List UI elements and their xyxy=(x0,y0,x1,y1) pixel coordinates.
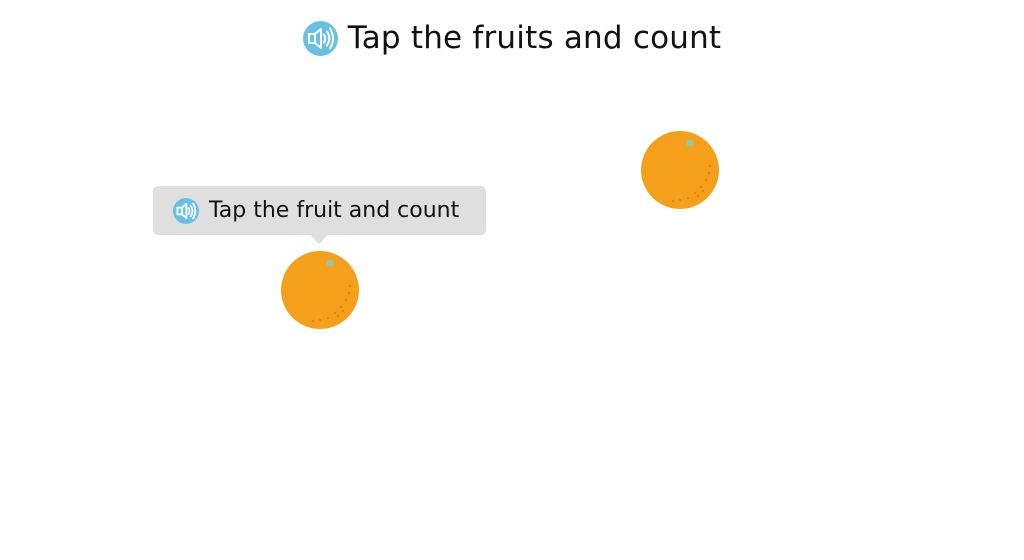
orange-icon xyxy=(281,251,359,329)
orange-fruit-2[interactable] xyxy=(640,130,720,210)
page-title: Tap the fruits and count xyxy=(347,20,722,56)
orange-icon xyxy=(641,131,719,209)
tooltip-text: Tap the fruit and count xyxy=(209,198,460,223)
speaker-icon[interactable] xyxy=(302,20,338,56)
game-stage: Tap the fruits and count Tap the fruit a… xyxy=(0,0,1024,560)
speaker-icon[interactable] xyxy=(173,197,199,224)
orange-fruit-1[interactable] xyxy=(280,250,360,330)
instruction-tooltip: Tap the fruit and count xyxy=(153,186,486,244)
instruction-header: Tap the fruits and count xyxy=(0,18,1024,58)
